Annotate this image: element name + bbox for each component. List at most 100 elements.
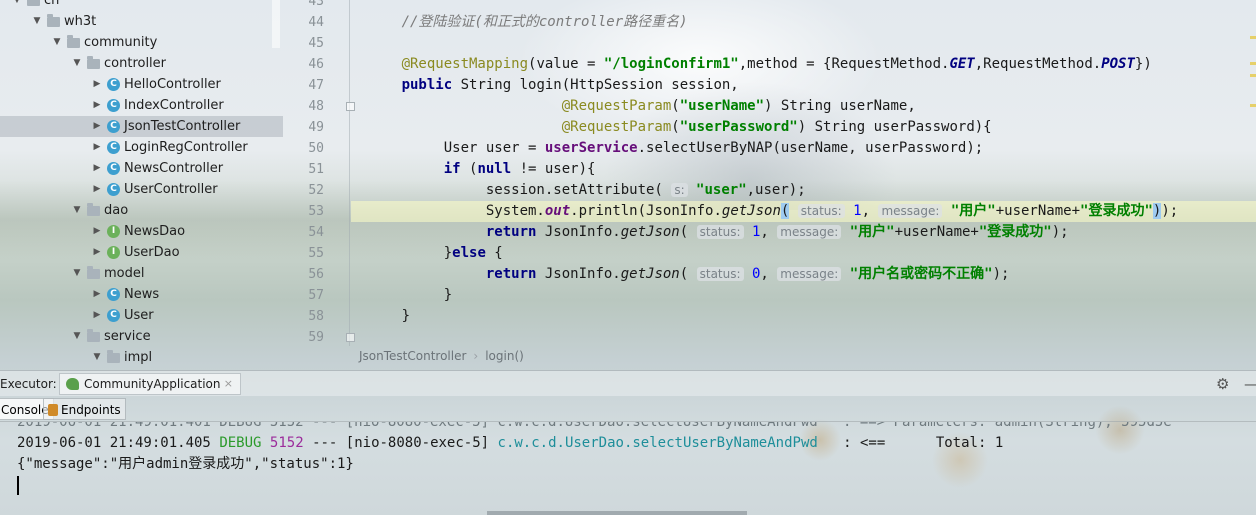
string-literal: "用户名或密码不正确" (849, 266, 993, 282)
chevron-right-icon[interactable]: ▶ (91, 95, 103, 116)
warning-mark[interactable] (1250, 62, 1256, 65)
code-line-53: System.out.println(JsonInfo.getJson( sta… (351, 201, 1256, 222)
breadcrumb-method[interactable]: login() (485, 349, 524, 363)
tree-item[interactable]: ▼ controller (0, 53, 283, 74)
chevron-down-icon[interactable]: ▼ (71, 53, 83, 74)
tree-item[interactable]: ▼ wh3t (0, 11, 283, 32)
line-number: 51 (308, 162, 324, 177)
close-icon[interactable]: × (224, 374, 233, 394)
code-line-57: } (351, 285, 1256, 306)
line-number: 48 (308, 99, 324, 114)
chevron-down-icon[interactable]: ▼ (31, 11, 43, 32)
tree-item[interactable]: ▼ service (0, 326, 283, 347)
param-hint: status: (797, 204, 845, 218)
gear-icon[interactable]: ⚙ (1216, 371, 1229, 397)
chevron-down-icon[interactable]: ▼ (91, 347, 103, 367)
tree-item[interactable]: ▼ community (0, 32, 283, 53)
chevron-right-icon[interactable]: ▶ (91, 284, 103, 305)
tree-item[interactable]: ▶ C LoginRegController (0, 137, 283, 158)
code-token: }) (1134, 56, 1152, 72)
tree-item[interactable]: ▼ dao (0, 200, 283, 221)
chevron-right-icon[interactable]: ▶ (91, 221, 103, 242)
chevron-right-icon[interactable]: ▶ (91, 74, 103, 95)
chevron-right-icon[interactable]: ▶ (91, 116, 103, 137)
tree-item-label: wh3t (64, 14, 97, 29)
tab-endpoints[interactable]: Endpoints (43, 398, 126, 420)
line-number: 50 (308, 141, 324, 156)
console-line: 2019-06-01 21:49:01.401 DEBUG 5152 --- [… (17, 421, 1172, 430)
warning-mark[interactable] (1250, 36, 1256, 39)
code-line-58: } (351, 306, 1256, 327)
param-hint: s: (671, 183, 688, 197)
code-token: JsonInfo. (536, 224, 621, 240)
tree-item[interactable]: ▼ impl (0, 347, 283, 367)
string-literal: "登录成功" (978, 224, 1052, 240)
warning-mark[interactable] (1250, 104, 1256, 107)
minimize-icon[interactable]: — (1244, 371, 1256, 397)
keyword: return (485, 266, 537, 282)
param-hint: status: (696, 267, 744, 281)
chevron-right-icon[interactable]: ▶ (91, 242, 103, 263)
chevron-right-icon[interactable]: ▶ (91, 305, 103, 326)
chevron-down-icon[interactable]: ▼ (11, 0, 23, 11)
tree-item[interactable]: ▶ C NewsController (0, 158, 283, 179)
package-folder-icon (67, 35, 80, 48)
chevron-down-icon[interactable]: ▼ (71, 263, 83, 284)
enum-constant: POST (1101, 56, 1135, 72)
code-token: ( (679, 266, 689, 282)
line-number-gutter: 43 44 45 46 47 48 49 50 51 52 53 54 55 56 57 58 59 (284, 0, 355, 346)
code-line-56: return JsonInfo.getJson( status: 0, mess… (485, 266, 1010, 282)
tree-item[interactable]: ▼ cn (0, 0, 283, 11)
tree-item[interactable]: ▶ I NewsDao (0, 221, 283, 242)
horizontal-scrollbar[interactable] (487, 511, 747, 515)
chevron-right-icon[interactable]: ▶ (91, 137, 103, 158)
tree-item[interactable]: ▶ C News (0, 284, 283, 305)
comment-text: //登陆验证(和正式的controller路径重名) (401, 14, 688, 30)
tree-item[interactable]: ▶ C IndexController (0, 95, 283, 116)
tree-item-label: controller (104, 56, 167, 71)
console-output[interactable]: 2019-06-01 21:49:01.401 DEBUG 5152 --- [… (0, 421, 1256, 511)
code-line-52: session.setAttribute( s: "user",user); (351, 180, 1256, 201)
error-stripe[interactable] (1249, 0, 1256, 346)
code-line-55: }else { (351, 243, 1256, 264)
line-number: 49 (308, 120, 324, 135)
chevron-right-icon[interactable]: ▶ (91, 158, 103, 179)
log-logger: c.w.c.d.UserDao.selectUserByNameAndPwd (497, 435, 818, 451)
code-token: +userName+ (995, 203, 1081, 219)
annotation-request-mapping: @RequestMapping (401, 56, 529, 72)
tree-item[interactable]: ▶ C User (0, 305, 283, 326)
code-token: String login(HttpSession session, (452, 77, 739, 93)
run-config-tab[interactable]: CommunityApplication × (59, 373, 241, 395)
param-hint: message: (777, 225, 842, 239)
chevron-down-icon[interactable]: ▼ (51, 32, 63, 53)
code-token: ,RequestMethod. (974, 56, 1102, 72)
project-tree[interactable]: ▼ cn ▼ wh3t ▼ community ▼ controller ▶ C HelloCont… (0, 0, 283, 367)
package-folder-icon (107, 350, 120, 363)
line-number: 55 (308, 246, 324, 261)
annotation-request-param: @RequestParam (561, 98, 672, 114)
line-number: 58 (308, 309, 324, 324)
static-method: getJson (721, 203, 781, 219)
tree-item[interactable]: ▶ C UserController (0, 179, 283, 200)
tree-item[interactable]: ▶ C JsonTestController (0, 116, 283, 137)
warning-mark[interactable] (1250, 74, 1256, 77)
annotation-request-param: @RequestParam (561, 119, 672, 135)
chevron-down-icon[interactable]: ▼ (71, 326, 83, 347)
code-token: +userName+ (894, 224, 979, 240)
breadcrumb-class[interactable]: JsonTestController (359, 349, 466, 363)
class-icon: C (107, 99, 120, 112)
run-config-label: CommunityApplication (84, 377, 221, 391)
class-icon: C (107, 162, 120, 175)
code-token: ); (1161, 203, 1179, 219)
tree-item[interactable]: ▼ model (0, 263, 283, 284)
interface-icon: I (107, 246, 120, 259)
log-pid: 5152 (269, 435, 304, 451)
chevron-right-icon[interactable]: ▶ (91, 179, 103, 200)
line-number: 46 (308, 57, 324, 72)
tree-item[interactable]: ▶ C HelloController (0, 74, 283, 95)
tree-item-label: UserController (124, 182, 218, 197)
code-editor[interactable]: //登陆验证(和正式的controller路径重名) @RequestMappi… (351, 0, 1256, 346)
tree-item[interactable]: ▶ I UserDao (0, 242, 283, 263)
code-line-51: if (null != user){ (443, 161, 596, 177)
chevron-down-icon[interactable]: ▼ (71, 200, 83, 221)
